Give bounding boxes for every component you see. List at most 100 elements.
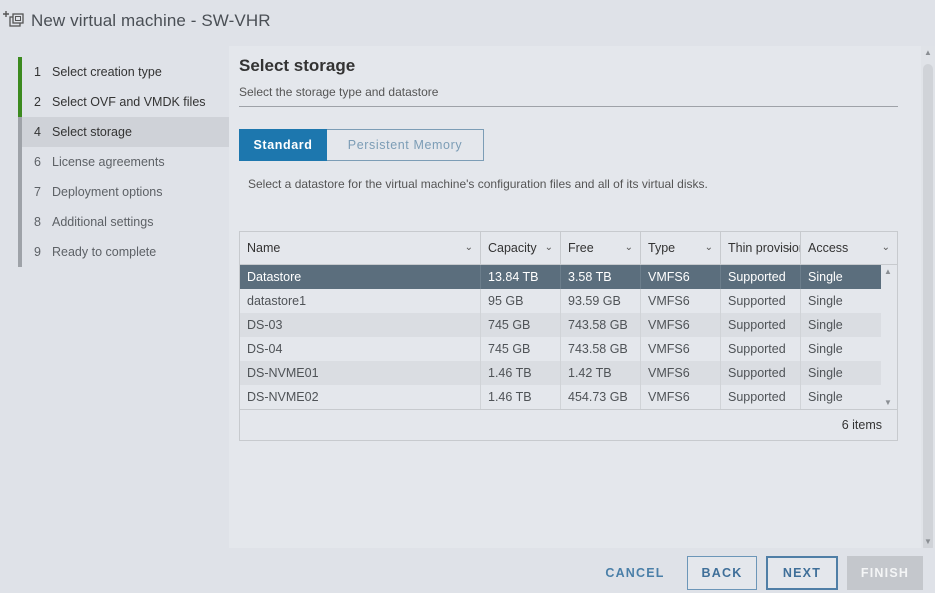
item-count: 6 items [841, 418, 882, 432]
table-row[interactable]: Datastore 13.84 TB 3.58 TB VMFS6 Supported Si… [240, 265, 881, 289]
wizard-step: 8 Additional settings [18, 207, 229, 237]
datastore-table: Name⌄Capacity⌄Free⌄Type⌄Thin provisionin… [239, 231, 898, 441]
table-cell: 1.46 TB [481, 385, 561, 409]
tab-persistent-memory[interactable]: Persistent Memory [327, 129, 484, 161]
tab-standard[interactable]: Standard [239, 129, 327, 161]
datastore-description: Select a datastore for the virtual machi… [248, 177, 708, 191]
table-cell: VMFS6 [641, 385, 721, 409]
table-footer: 6 items [240, 409, 897, 440]
step-indicator-bar [18, 117, 22, 147]
table-cell: DS-04 [240, 337, 481, 361]
step-label: Select creation type [52, 65, 162, 79]
wizard-steps-sidebar: 1 Select creation type 2 Select OVF and VMD… [0, 46, 229, 548]
column-header-label: Free [568, 241, 594, 255]
table-cell: Single [808, 318, 843, 332]
page-subtitle: Select the storage type and datastore [239, 85, 439, 99]
table-cell: Supported [721, 361, 801, 385]
table-cell: Supported [721, 337, 801, 361]
wizard-step[interactable]: 2 Select OVF and VMDK files [18, 87, 229, 117]
table-cell: VMFS6 [641, 313, 721, 337]
table-cell: 3.58 TB [561, 265, 641, 289]
table-cell: Supported [721, 313, 801, 337]
step-indicator-bar [18, 237, 22, 267]
step-indicator-bar [18, 207, 22, 237]
column-header[interactable]: Thin provisioning⌄ [721, 232, 801, 264]
new-vm-icon [3, 11, 24, 27]
chevron-down-icon[interactable]: ⌄ [625, 232, 633, 264]
step-number: 1 [34, 65, 41, 79]
table-row[interactable]: datastore1 95 GB 93.59 GB VMFS6 Supported Sin… [240, 289, 881, 313]
step-label: Select storage [52, 125, 132, 139]
table-cell: DS-NVME01 [240, 361, 481, 385]
table-body: Datastore 13.84 TB 3.58 TB VMFS6 Supported Si… [240, 265, 881, 409]
table-row[interactable]: DS-04 745 GB 743.58 GB VMFS6 Supported Single [240, 337, 881, 361]
table-cell: 1.42 TB [561, 361, 641, 385]
step-indicator-bar [18, 177, 22, 207]
page-scrollbar[interactable]: ▲ ▼ [921, 46, 935, 552]
table-cell: VMFS6 [641, 361, 721, 385]
table-cell: Single [808, 366, 843, 380]
wizard-footer: CANCEL BACK NEXT FINISH [0, 548, 935, 593]
back-button[interactable]: BACK [687, 556, 757, 590]
wizard-step[interactable]: 4 Select storage [18, 117, 229, 147]
table-cell: VMFS6 [641, 289, 721, 313]
column-header[interactable]: Access ⌄ [801, 232, 897, 264]
main-panel: Select storage Select the storage type a… [229, 46, 921, 548]
step-indicator-bar [18, 87, 22, 117]
step-number: 8 [34, 215, 41, 229]
table-cell: 743.58 GB [561, 313, 641, 337]
wizard-step: 7 Deployment options [18, 177, 229, 207]
step-number: 4 [34, 125, 41, 139]
scroll-up-icon[interactable]: ▲ [884, 267, 892, 276]
table-cell: 93.59 GB [561, 289, 641, 313]
header-divider [239, 106, 898, 107]
window-title: New virtual machine - SW-VHR [31, 11, 271, 30]
table-cell: Single [808, 270, 843, 284]
finish-button[interactable]: FINISH [847, 556, 923, 590]
next-button[interactable]: NEXT [766, 556, 838, 590]
column-header[interactable]: Name ⌄ [240, 232, 481, 264]
page-scroll-thumb[interactable] [923, 64, 933, 552]
page-scroll-down-icon[interactable]: ▼ [924, 537, 932, 546]
wizard-steps-list: 1 Select creation type 2 Select OVF and VMD… [18, 57, 229, 267]
table-cell: Datastore [240, 265, 481, 289]
chevron-down-icon[interactable]: ⌄ [465, 232, 473, 264]
title-bar: New virtual machine - SW-VHR [0, 0, 935, 46]
chevron-down-icon[interactable]: ⌄ [545, 232, 553, 264]
table-cell: 454.73 GB [561, 385, 641, 409]
step-number: 9 [34, 245, 41, 259]
table-cell: 13.84 TB [481, 265, 561, 289]
wizard-step[interactable]: 1 Select creation type [18, 57, 229, 87]
table-cell: DS-03 [240, 313, 481, 337]
chevron-down-icon[interactable]: ⌄ [882, 232, 890, 264]
chevron-down-icon[interactable]: ⌄ [705, 232, 713, 264]
step-number: 6 [34, 155, 41, 169]
table-cell: Single [808, 342, 843, 356]
column-header[interactable]: Free ⌄ [561, 232, 641, 264]
table-cell: VMFS6 [641, 265, 721, 289]
step-label: Ready to complete [52, 245, 157, 259]
cancel-button[interactable]: CANCEL [597, 556, 673, 590]
chevron-down-icon[interactable]: ⌄ [785, 232, 793, 264]
table-row[interactable]: DS-NVME01 1.46 TB 1.42 TB VMFS6 Supported Sin… [240, 361, 881, 385]
table-cell: Single [808, 390, 843, 404]
table-row[interactable]: DS-NVME02 1.46 TB 454.73 GB VMFS6 Supported S… [240, 385, 881, 409]
table-cell: Supported [721, 289, 801, 313]
table-scrollbar[interactable]: ▲ ▼ [881, 265, 897, 409]
column-header[interactable]: Capacity ⌄ [481, 232, 561, 264]
table-cell: 743.58 GB [561, 337, 641, 361]
step-label: Additional settings [52, 215, 154, 229]
table-row[interactable]: DS-03 745 GB 743.58 GB VMFS6 Supported Single [240, 313, 881, 337]
step-label: Select OVF and VMDK files [52, 95, 206, 109]
table-cell: DS-NVME02 [240, 385, 481, 409]
step-number: 7 [34, 185, 41, 199]
page-scroll-up-icon[interactable]: ▲ [924, 48, 932, 57]
column-header-label: Access [808, 241, 849, 255]
column-header[interactable]: Type ⌄ [641, 232, 721, 264]
table-cell: VMFS6 [641, 337, 721, 361]
table-cell: 745 GB [481, 337, 561, 361]
scroll-down-icon[interactable]: ▼ [884, 398, 892, 407]
page-title: Select storage [239, 56, 356, 75]
wizard-step: 9 Ready to complete [18, 237, 229, 267]
step-label: Deployment options [52, 185, 163, 199]
